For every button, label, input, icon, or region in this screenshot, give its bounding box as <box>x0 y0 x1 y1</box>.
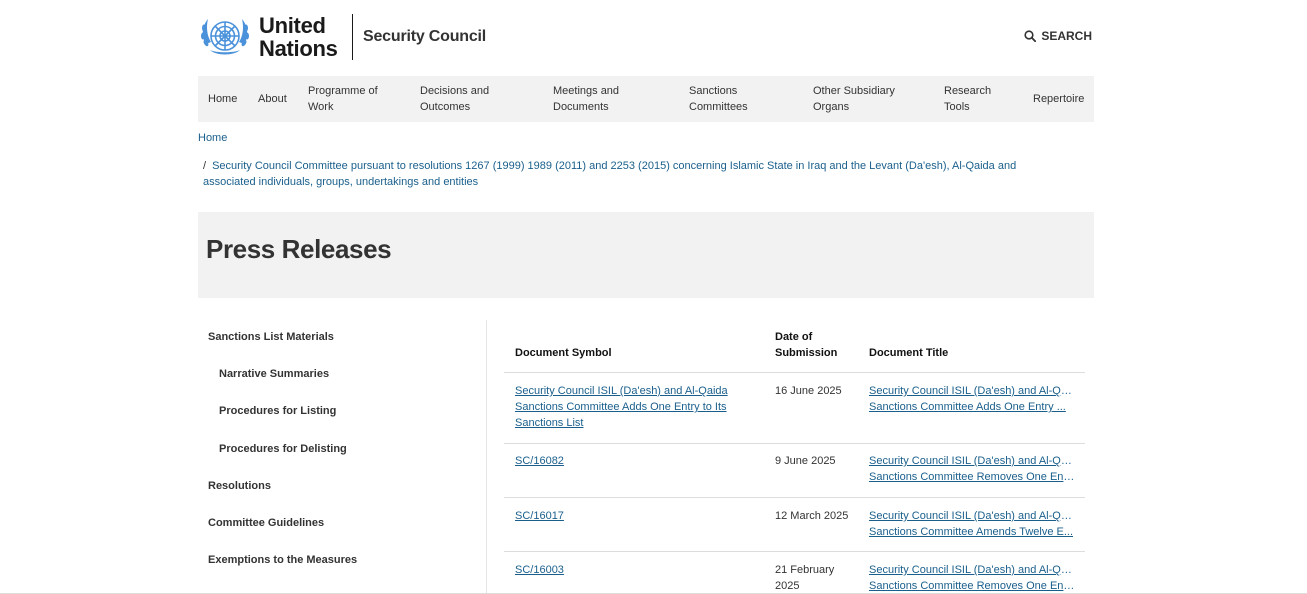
search-label: SEARCH <box>1041 29 1092 43</box>
table-row-divider <box>504 497 1085 498</box>
brand-divider <box>352 14 353 60</box>
breadcrumb-committee-link[interactable]: Security Council Committee pursuant to r… <box>203 160 1016 188</box>
sidebar-item-procedures-for-delisting[interactable]: Procedures for Delisting <box>219 443 347 455</box>
sidebar-item-procedures-for-listing[interactable]: Procedures for Listing <box>219 405 336 417</box>
column-header-document-title[interactable]: Document Title <box>869 345 948 361</box>
table-row-4-symbol-link[interactable]: SC/16003 <box>515 562 564 578</box>
breadcrumb-home[interactable]: Home <box>198 132 227 144</box>
table-row-4-date: 21 February 2025 <box>775 564 835 592</box>
sidebar-item-exemptions-to-the-measures[interactable]: Exemptions to the Measures <box>208 554 357 566</box>
table-row-divider <box>504 443 1085 444</box>
content-divider <box>486 320 487 594</box>
table-row-divider <box>504 551 1085 552</box>
un-brand-text[interactable]: United Nations <box>259 14 338 60</box>
brand-line-1: United <box>259 13 326 38</box>
breadcrumb-current: / Security Council Committee pursuant to … <box>203 158 1063 190</box>
page-title-band: Press Releases <box>198 212 1094 298</box>
table-row-1-title-link[interactable]: Security Council ISIL (Da'esh) and Al-Qa… <box>869 383 1075 415</box>
table-header-divider <box>504 372 1085 373</box>
table-row-1-date: 16 June 2025 <box>775 385 842 397</box>
nav-sanctions-committees[interactable]: Sanctions Committees <box>689 76 748 122</box>
page-wrapper: United Nations Security Council SEARCH H… <box>198 0 1094 594</box>
main-nav: Home About Programme of Work Decisions an… <box>198 76 1094 122</box>
page-title: Press Releases <box>206 234 392 264</box>
nav-home[interactable]: Home <box>208 76 237 122</box>
site-header: United Nations Security Council SEARCH <box>198 0 1094 76</box>
sidebar-item-resolutions[interactable]: Resolutions <box>208 480 271 492</box>
sidebar-item-committee-guidelines[interactable]: Committee Guidelines <box>208 517 324 529</box>
breadcrumb-separator: / <box>203 160 207 172</box>
table-row-2-date: 9 June 2025 <box>775 455 836 467</box>
nav-other-subsidiary-organs[interactable]: Other Subsidiary Organs <box>813 76 895 122</box>
table-row-3-symbol-link[interactable]: SC/16017 <box>515 508 564 524</box>
search-button[interactable]: SEARCH <box>1024 29 1092 43</box>
search-icon <box>1024 30 1037 42</box>
nav-decisions-and-outcomes[interactable]: Decisions and Outcomes <box>420 76 489 122</box>
brand-line-2: Nations <box>259 36 338 61</box>
table-row-2-title-link[interactable]: Security Council ISIL (Da'esh) and Al-Qa… <box>869 453 1075 485</box>
nav-research-tools[interactable]: Research Tools <box>944 76 991 122</box>
nav-meetings-and-documents[interactable]: Meetings and Documents <box>553 76 619 122</box>
nav-programme-of-work[interactable]: Programme of Work <box>308 76 378 122</box>
sidebar-item-sanctions-list-materials[interactable]: Sanctions List Materials <box>208 331 334 343</box>
column-header-document-symbol[interactable]: Document Symbol <box>515 345 612 361</box>
column-header-date-of-submission[interactable]: Date of Submission <box>775 329 837 361</box>
table-row-2-symbol-link[interactable]: SC/16082 <box>515 453 564 469</box>
sidebar-item-narrative-summaries[interactable]: Narrative Summaries <box>219 368 329 380</box>
table-row-3-title-link[interactable]: Security Council ISIL (Da'esh) and Al-Qa… <box>869 508 1075 540</box>
un-emblem-icon[interactable] <box>198 14 252 60</box>
site-name[interactable]: Security Council <box>363 28 486 46</box>
table-row-4-title-link[interactable]: Security Council ISIL (Da'esh) and Al-Qa… <box>869 562 1075 594</box>
table-row-1-symbol-link[interactable]: Security Council ISIL (Da'esh) and Al-Qa… <box>515 383 745 431</box>
nav-about[interactable]: About <box>258 76 287 122</box>
table-row-3-date: 12 March 2025 <box>775 510 849 522</box>
nav-repertoire[interactable]: Repertoire <box>1033 76 1084 122</box>
